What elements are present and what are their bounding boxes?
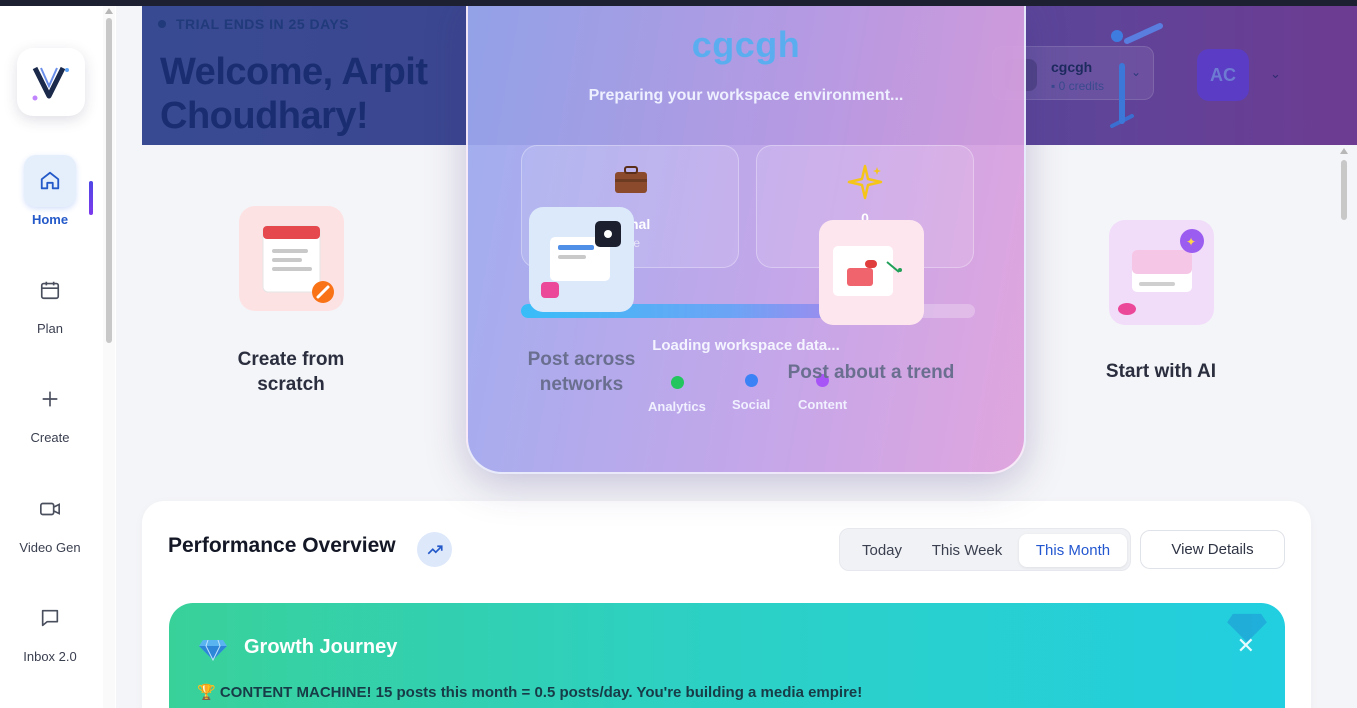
post-across-networks-title: Post across networks: [510, 347, 653, 397]
briefcase-icon: [614, 166, 648, 199]
chevron-down-icon[interactable]: ⌄: [1270, 66, 1281, 82]
ai-sparkle-icon: ✦: [1108, 220, 1214, 325]
tab-today[interactable]: Today: [848, 534, 916, 567]
sidebar-item-label: Create: [30, 430, 70, 445]
sidebar-item-inbox[interactable]: Inbox 2.0: [0, 592, 100, 664]
trend-chart-icon: [833, 246, 902, 296]
welcome-heading: Welcome, Arpit Choudhary!: [160, 50, 428, 138]
diamond-icon: [199, 639, 227, 662]
sidebar-item-label: Plan: [36, 321, 64, 336]
welcome-line-1: Welcome, Arpit: [160, 51, 428, 93]
social-status-dot: [745, 374, 758, 387]
view-details-button[interactable]: View Details: [1140, 530, 1285, 569]
performance-overview-panel: Performance Overview Today This Week Thi…: [142, 501, 1311, 708]
sparkle-icon: [847, 164, 883, 205]
sidebar-item-home[interactable]: Home: [0, 155, 100, 227]
sidebar-item-plan[interactable]: Plan: [0, 264, 100, 336]
post-across-networks-tile[interactable]: [529, 207, 634, 312]
video-icon: [24, 483, 76, 535]
scrollbar-thumb[interactable]: [1341, 160, 1347, 220]
card-title-line: Post across: [527, 349, 636, 370]
start-with-ai-card[interactable]: ✦ Start with AI: [1031, 220, 1291, 384]
main-scrollbar[interactable]: [1338, 146, 1350, 708]
trial-text: TRIAL ENDS IN 25 DAYS: [176, 16, 350, 32]
step-label: Analytics: [648, 399, 706, 414]
decorative-confetti: [1110, 23, 1163, 128]
calendar-icon: [24, 264, 76, 316]
tab-this-month[interactable]: This Month: [1019, 534, 1127, 567]
svg-text:✦: ✦: [1186, 235, 1196, 249]
plus-icon: [24, 373, 76, 425]
scroll-up-arrow-icon[interactable]: [1340, 148, 1348, 154]
growth-title: Growth Journey: [244, 636, 398, 658]
home-icon: [24, 155, 76, 207]
trial-notice: TRIAL ENDS IN 25 DAYS: [158, 16, 349, 32]
sidebar-scrollbar[interactable]: [103, 6, 115, 708]
sidebar-item-label: Inbox 2.0: [23, 649, 77, 664]
card-title: Create from scratch: [161, 347, 421, 397]
time-range-tabs: Today This Week This Month: [839, 528, 1131, 571]
chat-icon: [24, 592, 76, 644]
welcome-line-2: Choudhary!: [160, 95, 369, 137]
share-networks-icon: [541, 221, 621, 298]
growth-message: 🏆 CONTENT MACHINE! 15 posts this month =…: [197, 684, 863, 701]
modal-workspace-name: cgcgh: [691, 24, 801, 65]
wallet-icon: ▪: [1051, 79, 1059, 93]
sidebar: Home Plan Create Video Gen Inbox 2.0: [0, 6, 116, 708]
card-title-line: networks: [539, 374, 624, 395]
modal-subtitle: Preparing your workspace environment...: [588, 87, 904, 104]
post-about-trend-title: Post about a trend: [787, 362, 955, 383]
card-title: Start with AI: [1105, 361, 1217, 382]
card-title-line: scratch: [257, 374, 325, 395]
tab-this-week[interactable]: This Week: [920, 534, 1014, 567]
section-title: Performance Overview: [168, 534, 396, 557]
sidebar-item-video-gen[interactable]: Video Gen: [0, 483, 100, 555]
card-title-line: Create from: [237, 349, 345, 370]
post-about-trend-tile[interactable]: [819, 220, 924, 325]
close-icon[interactable]: ✕: [1237, 633, 1255, 659]
analytics-status-dot: [671, 376, 684, 389]
scrollbar-thumb[interactable]: [106, 18, 112, 343]
sidebar-item-label: Video Gen: [19, 540, 81, 555]
logo-v-icon: [32, 66, 69, 101]
sidebar-item-label: Home: [31, 212, 69, 227]
app-logo[interactable]: [17, 48, 85, 116]
sidebar-item-create[interactable]: Create: [0, 373, 100, 445]
document-edit-icon: [238, 206, 344, 311]
scroll-up-arrow-icon[interactable]: [105, 8, 113, 14]
trending-up-icon[interactable]: [417, 532, 452, 567]
growth-journey-banner: Growth Journey 🏆 CONTENT MACHINE! 15 pos…: [169, 603, 1285, 708]
trial-dot-icon: [158, 20, 166, 28]
create-from-scratch-card[interactable]: Create from scratch: [161, 206, 421, 397]
active-indicator: [89, 181, 93, 215]
step-label: Content: [798, 397, 848, 412]
step-label: Social: [732, 397, 771, 412]
window-top-strip: [0, 0, 1357, 6]
